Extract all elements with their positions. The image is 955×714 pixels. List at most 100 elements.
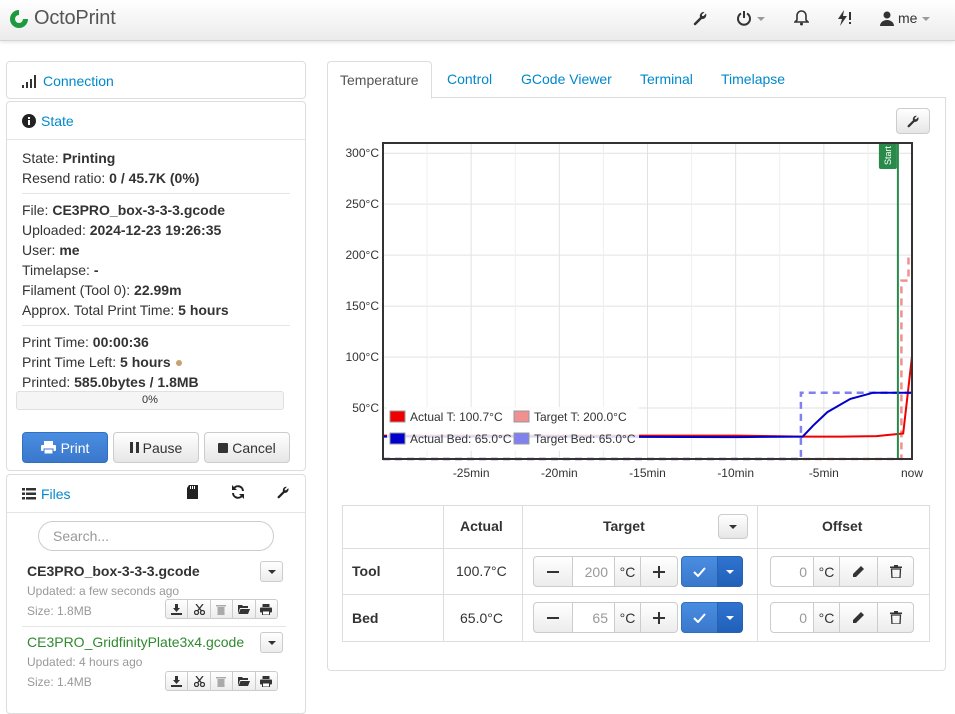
wrench-icon[interactable] [276, 485, 290, 499]
start-marker-label: Start [883, 145, 893, 165]
check-icon [693, 612, 706, 623]
increase-icon[interactable] [640, 602, 678, 633]
refresh-icon[interactable] [231, 485, 245, 499]
files-header[interactable]: Files [7, 475, 305, 513]
chevron-down-icon [267, 640, 276, 645]
tab-temperature[interactable]: Temperature [327, 61, 432, 99]
file-menu-button[interactable] [260, 561, 283, 582]
unit-label: °C [614, 556, 641, 587]
file-name[interactable]: CE3PRO_GridfinityPlate3x4.gcode [27, 634, 244, 650]
stop-icon [218, 442, 229, 453]
sd-card-icon[interactable] [187, 485, 198, 499]
header-offset: Offset [822, 518, 863, 534]
notifications-button[interactable] [794, 10, 809, 26]
bed-set-button[interactable] [681, 602, 718, 633]
file-search-input[interactable]: Search... [38, 521, 274, 551]
state-body: State: Printing Resend ratio: 0 / 45.7K … [6, 101, 306, 471]
bed-actual-temp: 65.0°C [460, 610, 503, 626]
folder-open-icon[interactable] [232, 599, 256, 619]
x-tick-label: -25min [453, 466, 490, 480]
printed-line: Printed: 585.0bytes / 1.8MB [22, 374, 199, 390]
divider [22, 193, 290, 194]
printer-icon [40, 441, 56, 454]
printer-icon[interactable] [254, 671, 278, 691]
resend-ratio-line: Resend ratio: 0 / 45.7K (0%) [22, 170, 200, 186]
tab-control[interactable]: Control [435, 61, 504, 98]
user-menu-button[interactable]: me [880, 10, 931, 26]
temperature-chart: 50°C 100°C 150°C 200°C 250°C 300°C -25min -20m… [346, 142, 923, 480]
tab-timelapse[interactable]: Timelapse [709, 61, 797, 98]
tool-set-group [681, 556, 743, 587]
system-warning-button[interactable] [836, 10, 853, 26]
legend-label: Actual T: 100.7°C [410, 410, 503, 424]
bed-offset-input[interactable]: 0 [770, 602, 814, 633]
chart-legend: Actual T: 100.7°C Target T: 200.0°C Actual… [387, 407, 639, 451]
chevron-down-icon [729, 524, 737, 529]
user-name: me [898, 10, 918, 26]
pencil-icon[interactable] [839, 602, 878, 633]
decrease-icon[interactable] [533, 602, 573, 633]
file-size: Size: 1.8MB [27, 604, 92, 618]
legend-swatch [513, 432, 530, 445]
tool-set-menu-button[interactable] [717, 556, 743, 587]
time-left-line: Print Time Left: 5 hours [22, 354, 182, 370]
trash-icon[interactable] [877, 602, 914, 633]
unit-label: °C [813, 556, 840, 587]
decrease-icon[interactable] [533, 556, 573, 587]
divider [22, 626, 286, 627]
tab-gcode-viewer[interactable]: GCode Viewer [509, 61, 624, 98]
download-icon[interactable] [165, 599, 189, 619]
header-actual: Actual [460, 518, 503, 534]
bed-set-menu-button[interactable] [717, 602, 743, 633]
download-icon[interactable] [165, 671, 189, 691]
user-line: User: me [22, 242, 80, 258]
print-button[interactable]: Print [22, 432, 108, 463]
y-tick-label: 150°C [346, 299, 380, 313]
tab-terminal[interactable]: Terminal [628, 61, 705, 98]
bell-icon [794, 10, 809, 26]
pencil-icon[interactable] [839, 556, 878, 587]
legend-label: Target T: 200.0°C [534, 410, 627, 424]
pause-button[interactable]: Pause [113, 432, 199, 463]
increase-icon[interactable] [640, 556, 678, 587]
x-tick-label: -20min [541, 466, 578, 480]
tool-actual-temp: 100.7°C [456, 563, 507, 579]
settings-wrench-button[interactable] [692, 10, 708, 26]
unit-label: °C [614, 602, 641, 633]
bed-offset-group: 0 °C [770, 602, 914, 633]
graph-settings-button[interactable] [896, 108, 930, 134]
y-axis-ticks: 50°C 100°C 150°C 200°C 250°C 300°C [346, 146, 380, 415]
file-menu-button[interactable] [260, 632, 283, 653]
start-marker: Start [878, 143, 899, 459]
row-label-tool: Tool [352, 563, 381, 579]
tool-set-button[interactable] [681, 556, 718, 587]
tool-target-group: 200 °C [533, 556, 678, 587]
brand-name: OctoPrint [34, 7, 116, 29]
brand[interactable]: OctoPrint [8, 7, 116, 30]
file-name[interactable]: CE3PRO_box-3-3-3.gcode [27, 563, 200, 579]
cancel-button[interactable]: Cancel [204, 432, 290, 463]
scissors-icon[interactable] [187, 599, 211, 619]
connection-title: Connection [43, 73, 114, 89]
y-tick-label: 100°C [346, 350, 380, 364]
tool-target-input[interactable]: 200 [572, 556, 615, 587]
estimate-dot-icon [175, 360, 182, 367]
trash-icon[interactable] [209, 599, 234, 619]
connection-header[interactable]: Connection [7, 62, 305, 100]
trash-icon[interactable] [209, 671, 234, 691]
navbar: OctoPrint me [0, 0, 955, 41]
printer-icon[interactable] [254, 599, 278, 619]
power-menu-button[interactable] [736, 10, 765, 26]
power-icon [737, 11, 751, 26]
bolt-exclamation-icon [838, 10, 851, 26]
tool-offset-input[interactable]: 0 [770, 556, 814, 587]
bed-target-input[interactable]: 65 [572, 602, 615, 633]
pause-icon [129, 442, 139, 453]
legend-label: Target Bed: 65.0°C [534, 432, 636, 446]
trash-icon[interactable] [877, 556, 914, 587]
chevron-down-icon [757, 16, 765, 21]
scissors-icon[interactable] [187, 671, 211, 691]
folder-open-icon[interactable] [232, 671, 256, 691]
target-presets-button[interactable] [718, 514, 748, 539]
check-icon [693, 566, 706, 577]
